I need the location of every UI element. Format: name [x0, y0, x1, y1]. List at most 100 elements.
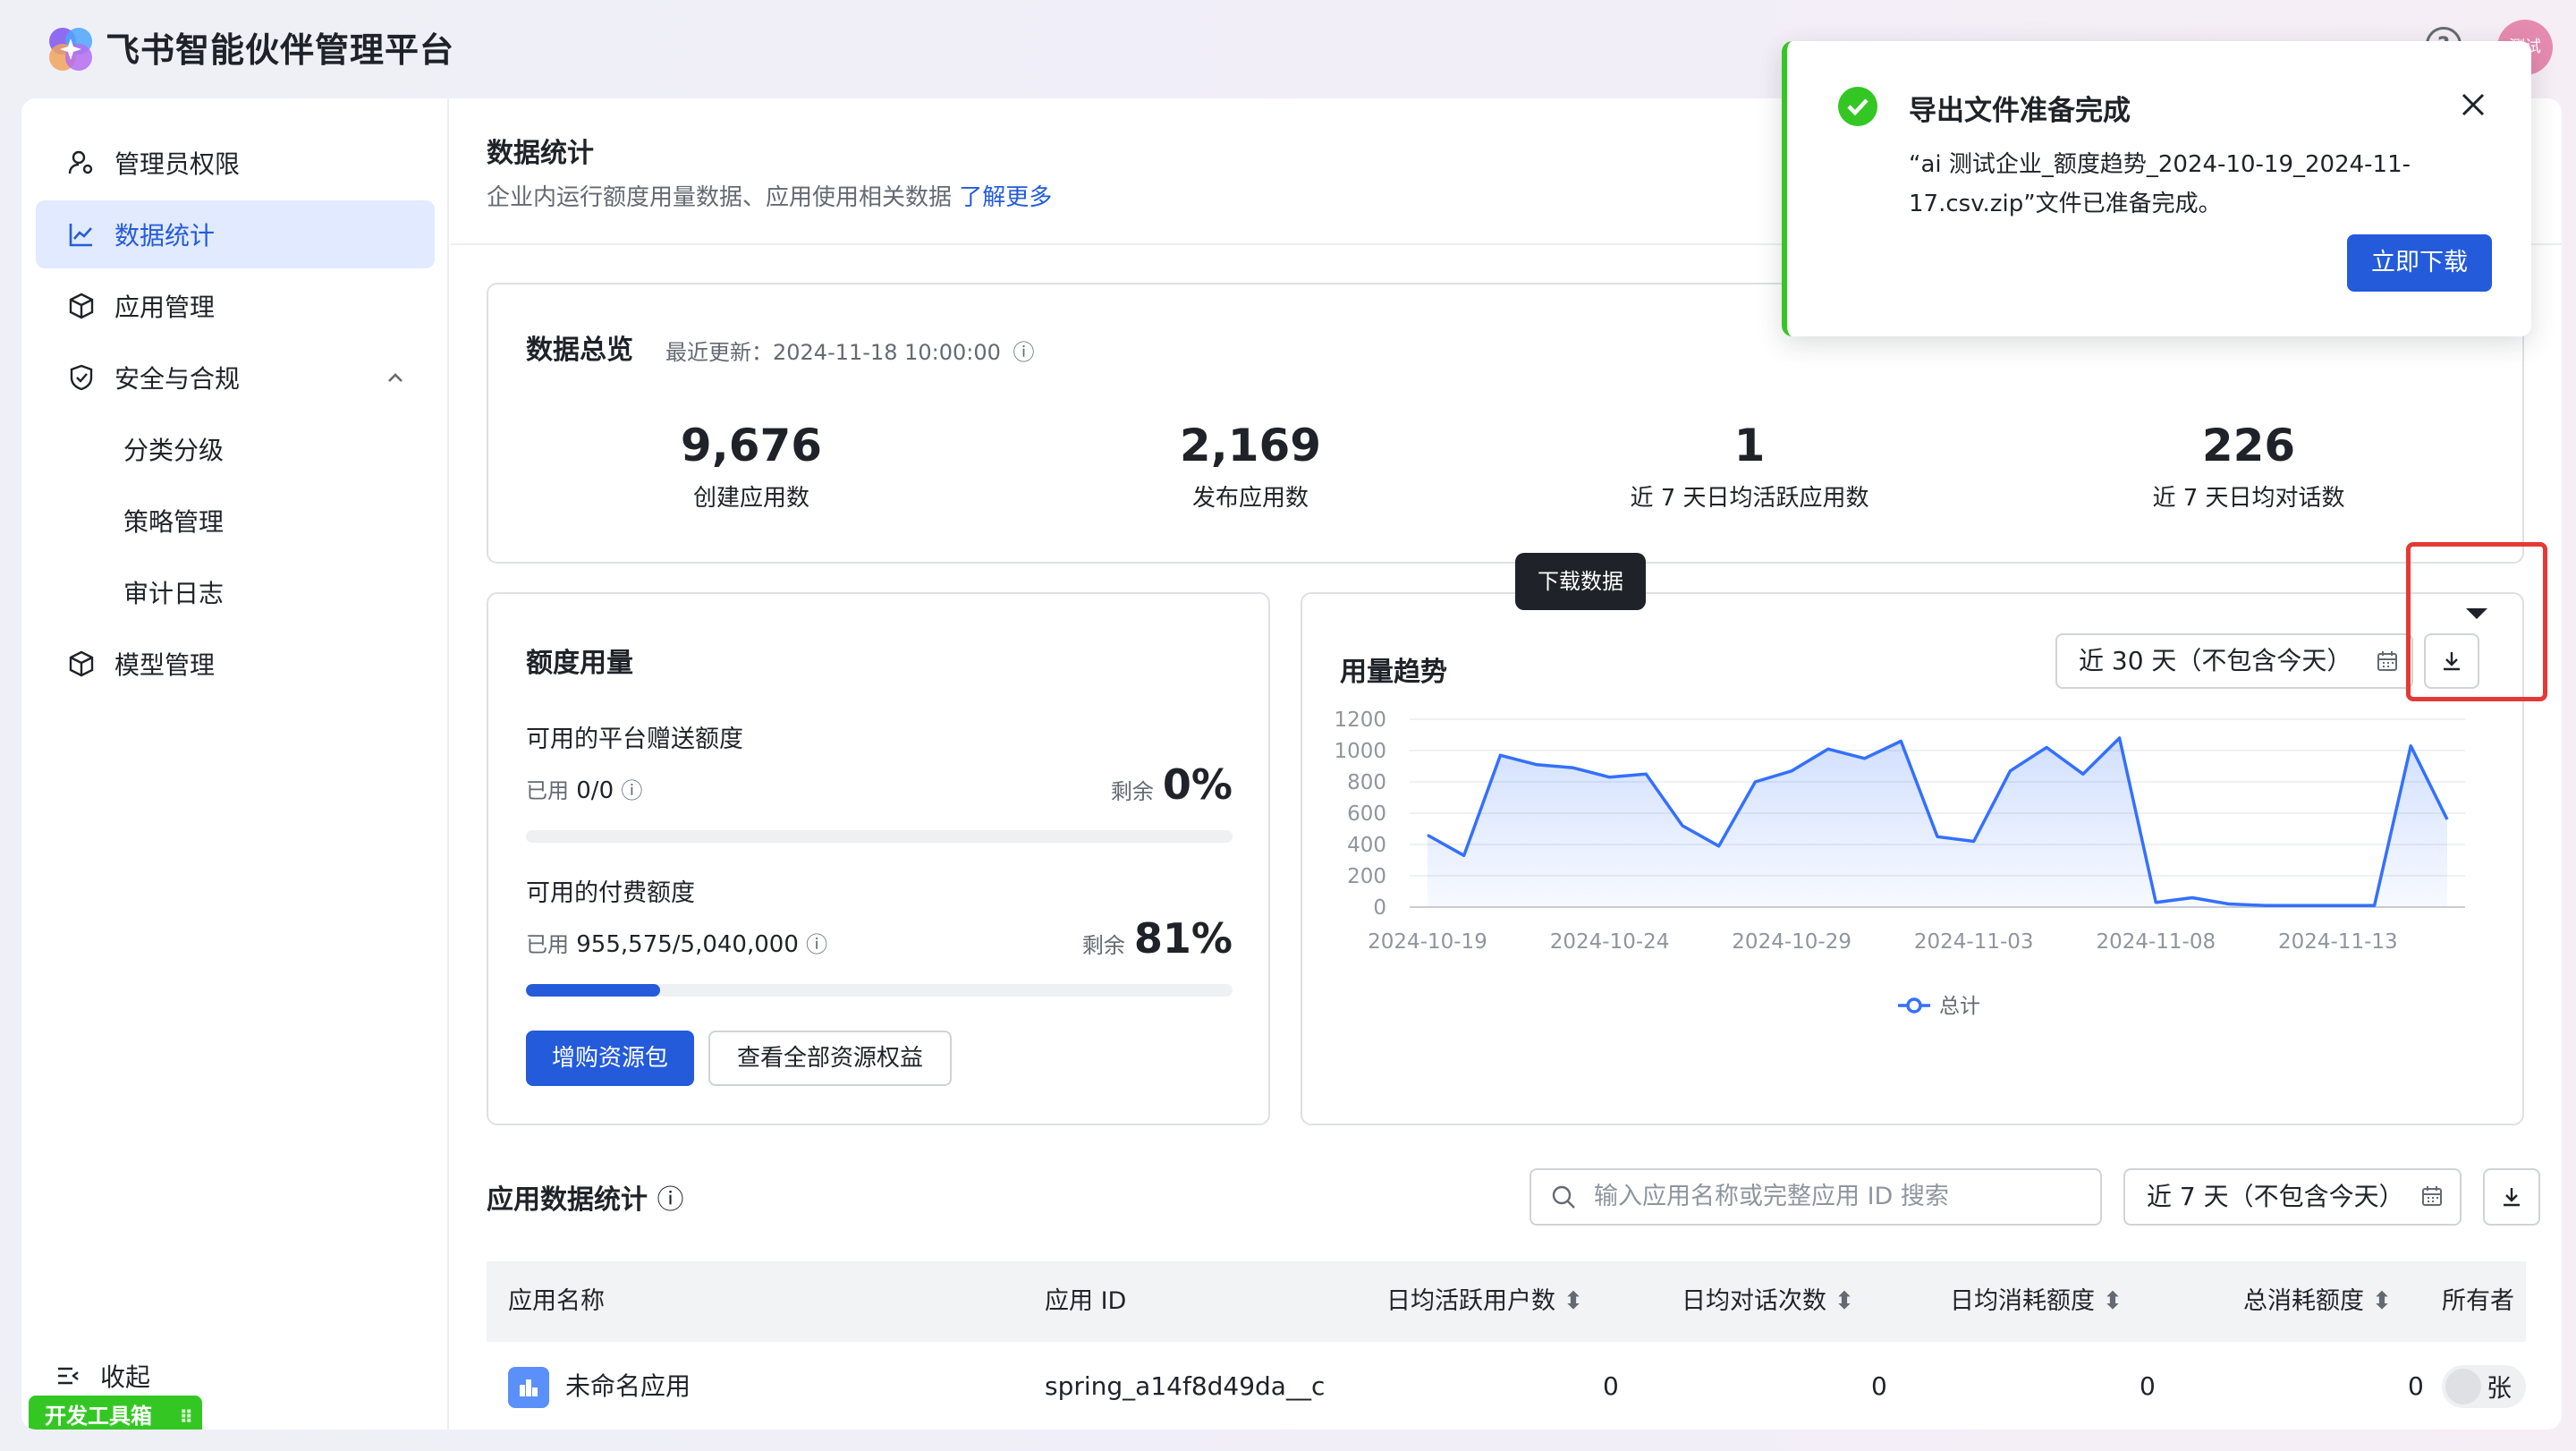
sort-icon[interactable]: ⬍	[1835, 1287, 1855, 1315]
usage-trend-card: 用量趋势 近 30 天（不包含今天） 0 200 400 600 800 1000 1200…	[1301, 592, 2524, 1125]
col-total-quota[interactable]: 总消耗额度 ⬍	[2243, 1261, 2392, 1342]
col-label: 日均消耗额度	[1950, 1287, 2095, 1315]
range-value: 近 30 天（不包含今天）	[2079, 646, 2352, 675]
sidebar-item-security[interactable]: 安全与合规	[36, 344, 435, 412]
sidebar-item-classification[interactable]: 分类分级	[36, 415, 435, 483]
col-label: 总消耗额度	[2243, 1287, 2364, 1315]
toast-body-line: 17.csv.zip”文件已准备完成。	[1909, 191, 2222, 217]
quota-card: 额度用量 可用的平台赠送额度 已用 0/0 ⓘ 剩余 0% 可用的付费额度 已用 …	[487, 592, 1270, 1125]
trend-range-select[interactable]: 近 30 天（不包含今天）	[2055, 633, 2413, 689]
cell-dialogs: 0	[1871, 1371, 1887, 1401]
cell-total-quota: 0	[2408, 1371, 2424, 1401]
paid-quota-title: 可用的付费额度	[526, 879, 695, 907]
metric-value: 1	[1733, 420, 1766, 471]
devtools-label: 开发工具箱	[45, 1404, 152, 1429]
y-tick-label: 400	[1347, 834, 1386, 857]
metric-value: 9,676	[680, 420, 823, 471]
metric-created-apps: 9,676 创建应用数	[510, 419, 993, 513]
info-icon[interactable]: ⓘ	[657, 1184, 683, 1216]
success-check-icon	[1837, 86, 1878, 127]
col-dau[interactable]: 日均活跃用户数 ⬍	[1386, 1261, 1583, 1342]
sort-icon[interactable]: ⬍	[2103, 1287, 2123, 1315]
sidebar-item-label: 应用管理	[114, 293, 216, 322]
col-app-id: 应用 ID	[1045, 1287, 1127, 1315]
col-dialogs[interactable]: 日均对话次数 ⬍	[1682, 1261, 1854, 1342]
download-icon	[2504, 1188, 2520, 1207]
x-tick-label: 2024-10-24	[1550, 930, 1670, 954]
app-stats-title-text: 应用数据统计	[487, 1184, 648, 1216]
metric-value: 226	[2201, 420, 2296, 471]
toast-body-line: “ai 测试企业_额度趋势_2024-10-19_2024-11-	[1909, 151, 2411, 178]
sort-icon[interactable]: ⬍	[2372, 1287, 2393, 1315]
owner-name: 张	[2487, 1373, 2512, 1403]
page-desc-text: 企业内运行额度用量数据、应用使用相关数据	[487, 184, 953, 211]
sidebar-item-audit-log[interactable]: 审计日志	[36, 558, 435, 626]
x-tick-label: 2024-11-03	[1914, 930, 2034, 954]
owner-chip[interactable]: 张	[2442, 1365, 2526, 1408]
app-search-input[interactable]: 输入应用名称或完整应用 ID 搜索	[1530, 1168, 2102, 1226]
info-icon[interactable]: ⓘ	[806, 932, 827, 957]
sort-icon[interactable]: ⬍	[1563, 1287, 1584, 1315]
usage-trend-chart: 0 200 400 600 800 1000 1200 2024-10-19 2024-10-2…	[1334, 709, 2465, 1018]
paid-quota-bar	[526, 984, 1233, 997]
sidebar-item-statistics[interactable]: 数据统计	[36, 200, 435, 268]
cell-app-name[interactable]: 未命名应用	[565, 1342, 691, 1430]
legend-label[interactable]: 总计	[1939, 995, 1980, 1018]
range-value: 近 7 天（不包含今天）	[2147, 1182, 2404, 1211]
sidebar-item-models[interactable]: 模型管理	[36, 630, 435, 698]
app-stats-range-select[interactable]: 近 7 天（不包含今天）	[2123, 1168, 2462, 1226]
app-stats-download-button[interactable]	[2483, 1168, 2540, 1226]
overview-title: 数据总览	[526, 335, 633, 366]
calendar-icon	[2420, 1184, 2444, 1208]
y-tick-label: 800	[1347, 771, 1386, 794]
toast-body: “ai 测试企业_额度趋势_2024-10-19_2024-11- 17.csv…	[1909, 145, 2411, 224]
sidebar-item-apps[interactable]: 应用管理	[36, 272, 435, 340]
table-row[interactable]: 未命名应用 spring_a14f8d49da__c 0 0 0 0 张	[487, 1342, 2526, 1430]
sidebar-item-label: 数据统计	[114, 221, 216, 250]
paid-quota-fill	[526, 984, 661, 997]
metric-label: 近 7 天日均活跃应用数	[1630, 485, 1869, 512]
quota-title: 额度用量	[526, 648, 633, 679]
info-icon[interactable]: ⓘ	[621, 778, 642, 803]
metric-daily-dialogs: 226 近 7 天日均对话数	[2007, 419, 2490, 513]
drag-handle-icon[interactable]: ⠿	[179, 1406, 193, 1428]
remain-label: 剩余	[1081, 933, 1125, 958]
close-icon[interactable]	[2460, 91, 2487, 118]
app-stats-title: 应用数据统计 ⓘ	[487, 1177, 683, 1217]
legend-marker	[1906, 997, 1922, 1014]
x-tick-label: 2024-10-19	[1368, 930, 1487, 954]
cube-icon	[66, 291, 97, 321]
sidebar-item-admin[interactable]: 管理员权限	[36, 129, 435, 197]
search-placeholder: 输入应用名称或完整应用 ID 搜索	[1594, 1183, 1949, 1210]
app-logo-icon	[45, 23, 97, 75]
col-owner: 所有者	[2442, 1287, 2514, 1315]
metric-value: 2,169	[1179, 420, 1322, 471]
sidebar-item-label: 分类分级	[123, 436, 225, 465]
line-chart-icon	[66, 219, 97, 250]
series-area-total	[1428, 738, 2447, 907]
used-value: 955,575/5,040,000	[576, 931, 799, 958]
view-all-benefits-button[interactable]: 查看全部资源权益	[708, 1031, 952, 1086]
collapse-sidebar-button[interactable]: 收起	[55, 1358, 150, 1394]
learn-more-link[interactable]: 了解更多	[959, 184, 1052, 211]
owner-avatar	[2445, 1369, 2481, 1404]
devtools-button[interactable]: 开发工具箱 ⠿	[29, 1396, 202, 1430]
export-ready-toast: 导出文件准备完成 “ai 测试企业_额度趋势_2024-10-19_2024-1…	[1782, 41, 2531, 336]
sidebar-item-policy[interactable]: 策略管理	[36, 487, 435, 555]
download-now-button[interactable]: 立即下载	[2347, 234, 2492, 292]
updated-text: 最近更新：2024-11-18 10:00:00	[665, 340, 1001, 365]
y-tick-label: 0	[1373, 896, 1386, 920]
toast-title: 导出文件准备完成	[1909, 95, 2131, 127]
info-icon[interactable]: ⓘ	[1013, 340, 1035, 365]
metric-label: 发布应用数	[1191, 485, 1309, 512]
chevron-up-icon[interactable]	[383, 365, 408, 390]
y-tick-label: 200	[1347, 865, 1386, 888]
page-description: 企业内运行额度用量数据、应用使用相关数据 了解更多	[487, 179, 1052, 212]
metric-label: 近 7 天日均对话数	[2152, 485, 2345, 512]
table-header: 应用名称 应用 ID 日均活跃用户数 ⬍ 日均对话次数 ⬍ 日均消耗额度 ⬍ 总…	[487, 1261, 2526, 1342]
download-tooltip: 下载数据	[1515, 553, 1646, 610]
col-daily-quota[interactable]: 日均消耗额度 ⬍	[1950, 1261, 2123, 1342]
trend-title: 用量趋势	[1340, 657, 1447, 688]
buy-package-button[interactable]: 增购资源包	[526, 1031, 694, 1086]
collapse-icon	[55, 1363, 80, 1388]
